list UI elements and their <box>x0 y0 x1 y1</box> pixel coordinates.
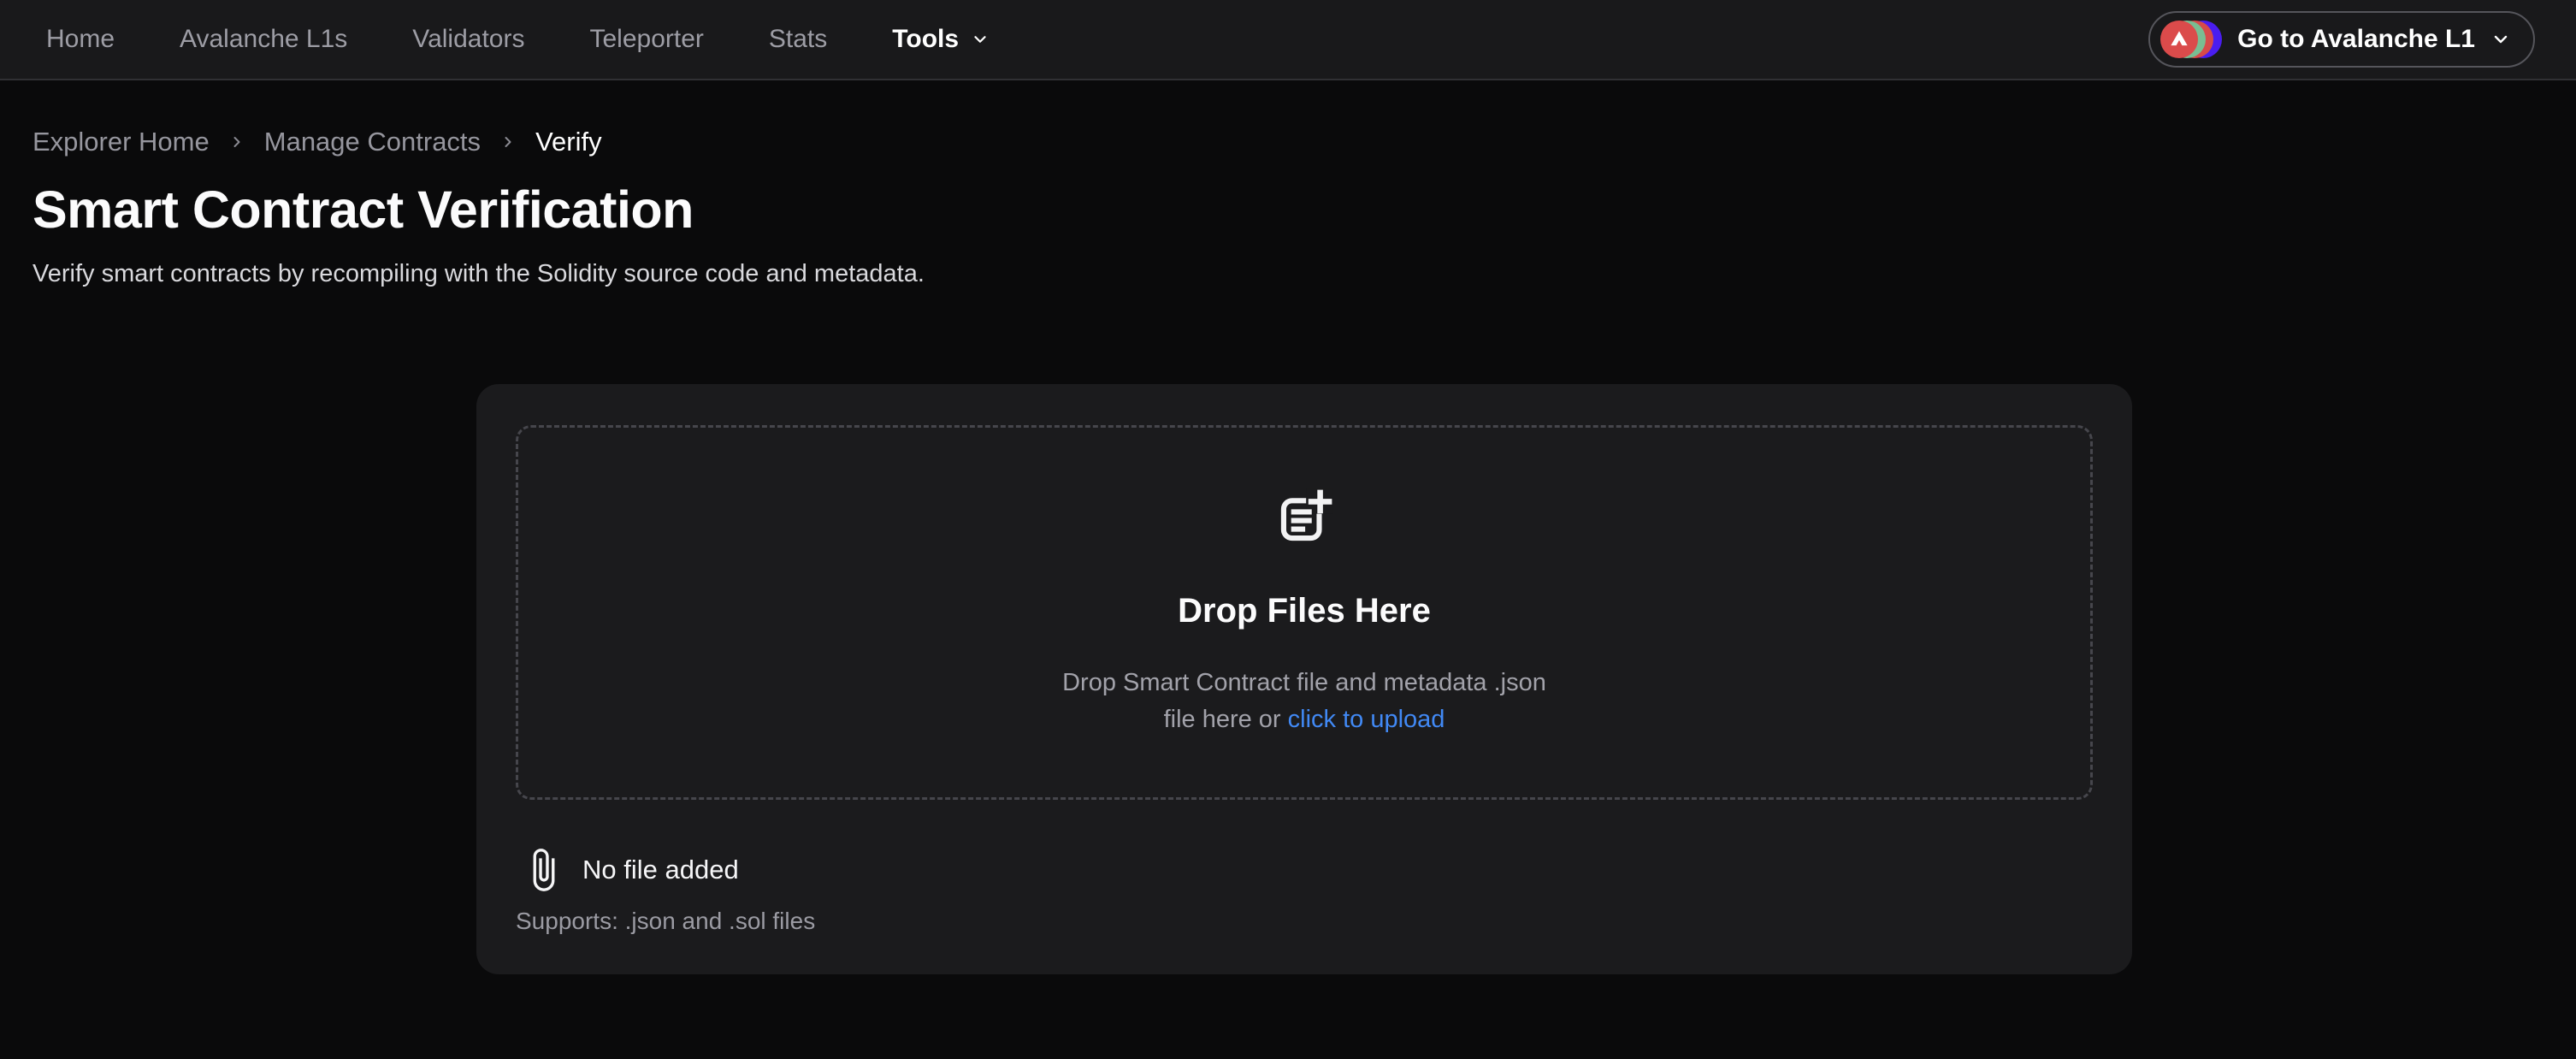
breadcrumb: Explorer Home Manage Contracts Verify <box>32 127 2576 157</box>
breadcrumb-explorer-home[interactable]: Explorer Home <box>32 127 210 157</box>
chevron-down-icon <box>2490 29 2511 50</box>
page-subtitle: Verify smart contracts by recompiling wi… <box>32 260 2576 288</box>
page-title: Smart Contract Verification <box>32 180 2576 240</box>
dropzone-instructions: Drop Smart Contract file and metadata .j… <box>1062 665 1546 738</box>
supported-files-note: Supports: .json and .sol files <box>516 908 2093 935</box>
nav-item-home[interactable]: Home <box>46 25 115 54</box>
file-plus-icon <box>1274 488 1334 547</box>
nav-item-avalanche-l1s[interactable]: Avalanche L1s <box>180 25 347 54</box>
upload-card: Drop Files Here Drop Smart Contract file… <box>476 384 2132 974</box>
dropzone-line1: Drop Smart Contract file and metadata .j… <box>1062 669 1546 696</box>
file-status-label: No file added <box>582 855 739 885</box>
dropzone-heading: Drop Files Here <box>1178 592 1431 630</box>
avalanche-logo-icon <box>2160 21 2198 58</box>
cta-label: Go to Avalanche L1 <box>2237 25 2475 54</box>
paperclip-icon <box>531 848 557 892</box>
avalanche-chain-logos <box>2160 21 2222 58</box>
page-content: Explorer Home Manage Contracts Verify Sm… <box>0 127 2576 974</box>
nav-item-stats[interactable]: Stats <box>769 25 827 54</box>
chevron-down-icon <box>971 30 990 49</box>
chevron-right-icon <box>499 133 517 151</box>
nav-item-tools[interactable]: Tools <box>892 25 990 54</box>
top-navbar: Home Avalanche L1s Validators Teleporter… <box>0 0 2576 80</box>
go-to-avalanche-l1-button[interactable]: Go to Avalanche L1 <box>2148 11 2535 68</box>
file-status-row: No file added <box>531 848 2093 892</box>
breadcrumb-manage-contracts[interactable]: Manage Contracts <box>264 127 481 157</box>
click-to-upload-link[interactable]: click to upload <box>1288 706 1445 733</box>
chevron-right-icon <box>228 133 245 151</box>
nav-item-validators[interactable]: Validators <box>412 25 524 54</box>
main-nav: Home Avalanche L1s Validators Teleporter… <box>46 25 990 54</box>
dropzone-line2-prefix: file here or <box>1164 706 1288 733</box>
nav-tools-label: Tools <box>892 25 959 54</box>
breadcrumb-verify: Verify <box>535 127 602 157</box>
nav-item-teleporter[interactable]: Teleporter <box>589 25 703 54</box>
file-dropzone[interactable]: Drop Files Here Drop Smart Contract file… <box>516 425 2093 800</box>
